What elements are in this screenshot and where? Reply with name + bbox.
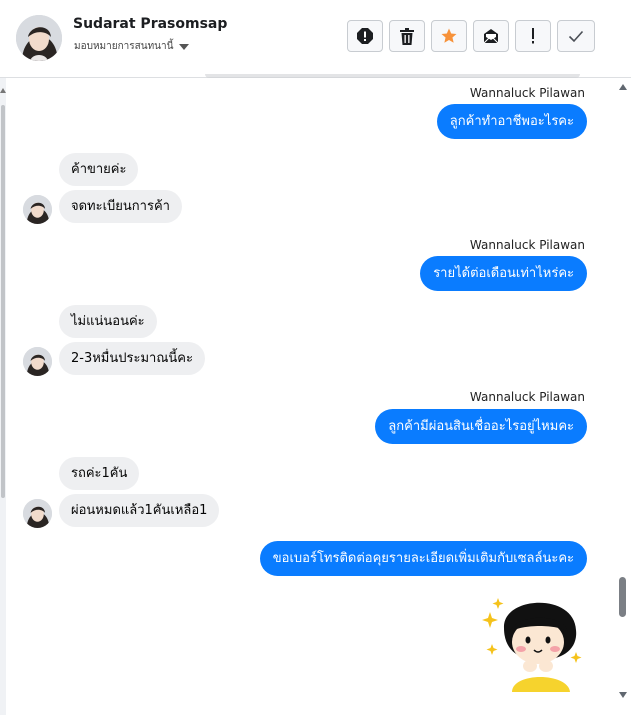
follow-up-button[interactable]	[515, 20, 551, 52]
contact-name[interactable]: Sudarat Prasomsap	[73, 16, 227, 32]
customer-avatar	[23, 499, 52, 528]
scroll-up-arrow-icon[interactable]	[0, 88, 6, 93]
outgoing-message[interactable]: รายได้ต่อเดือนเท่าไหร่คะ	[420, 256, 587, 291]
star-button[interactable]	[431, 20, 467, 52]
conversation-header: Sudarat Prasomsap มอบหมายการสนทนานี้	[0, 0, 631, 78]
trash-icon	[400, 27, 414, 45]
incoming-message[interactable]: จดทะเบียนการค้า	[59, 190, 182, 223]
assign-conversation-dropdown[interactable]: มอบหมายการสนทนานี้	[74, 39, 190, 54]
delete-button[interactable]	[389, 20, 425, 52]
messages-scrollbar[interactable]	[617, 78, 631, 715]
exclamation-icon	[532, 28, 534, 44]
incoming-message[interactable]: รถค่ะ1คัน	[59, 457, 140, 490]
chevron-down-icon	[179, 43, 190, 50]
report-spam-button[interactable]	[347, 20, 383, 52]
outgoing-message[interactable]: ขอเบอร์โทรติดต่อคุยรายละเอียดเพิ่มเติมกั…	[259, 541, 587, 576]
incoming-message[interactable]: ผ่อนหมดแล้ว1คันเหลือ1	[59, 494, 220, 527]
incoming-message[interactable]: ไม่แน่นอนค่ะ	[59, 305, 157, 338]
scroll-down-arrow-icon[interactable]	[619, 692, 627, 698]
outgoing-message[interactable]: ลูกค้ามีผ่อนสินเชื่ออะไรอยู่ไหมคะ	[375, 409, 587, 444]
checkmark-icon	[568, 30, 584, 43]
mark-unread-icon	[483, 29, 499, 44]
sender-name: Wannaluck Pilawan	[469, 238, 585, 252]
contact-avatar[interactable]	[16, 15, 62, 61]
sender-name: Wannaluck Pilawan	[469, 86, 585, 100]
assign-conversation-label: มอบหมายการสนทนานี้	[74, 41, 174, 52]
outgoing-message[interactable]: ลูกค้าทำอาชีพอะไรคะ	[436, 104, 587, 139]
incoming-message[interactable]: ค้าขายค่ะ	[59, 153, 139, 186]
customer-avatar	[23, 195, 52, 224]
previous-attachment-edge	[205, 74, 580, 78]
messages-scrollbar-thumb[interactable]	[619, 577, 626, 617]
left-scrollbar-thumb[interactable]	[1, 105, 5, 498]
sender-name: Wannaluck Pilawan	[469, 390, 585, 404]
conversation-toolbar	[347, 20, 595, 52]
star-icon	[441, 28, 457, 43]
mark-unread-button[interactable]	[473, 20, 509, 52]
scroll-up-arrow-icon[interactable]	[619, 84, 627, 90]
customer-avatar	[23, 347, 52, 376]
alert-circle-icon	[357, 28, 373, 44]
cartoon-girl-sticker[interactable]	[478, 588, 588, 692]
mark-done-button[interactable]	[557, 20, 595, 52]
incoming-message[interactable]: 2-3หมื่นประมาณนี้คะ	[59, 342, 205, 375]
